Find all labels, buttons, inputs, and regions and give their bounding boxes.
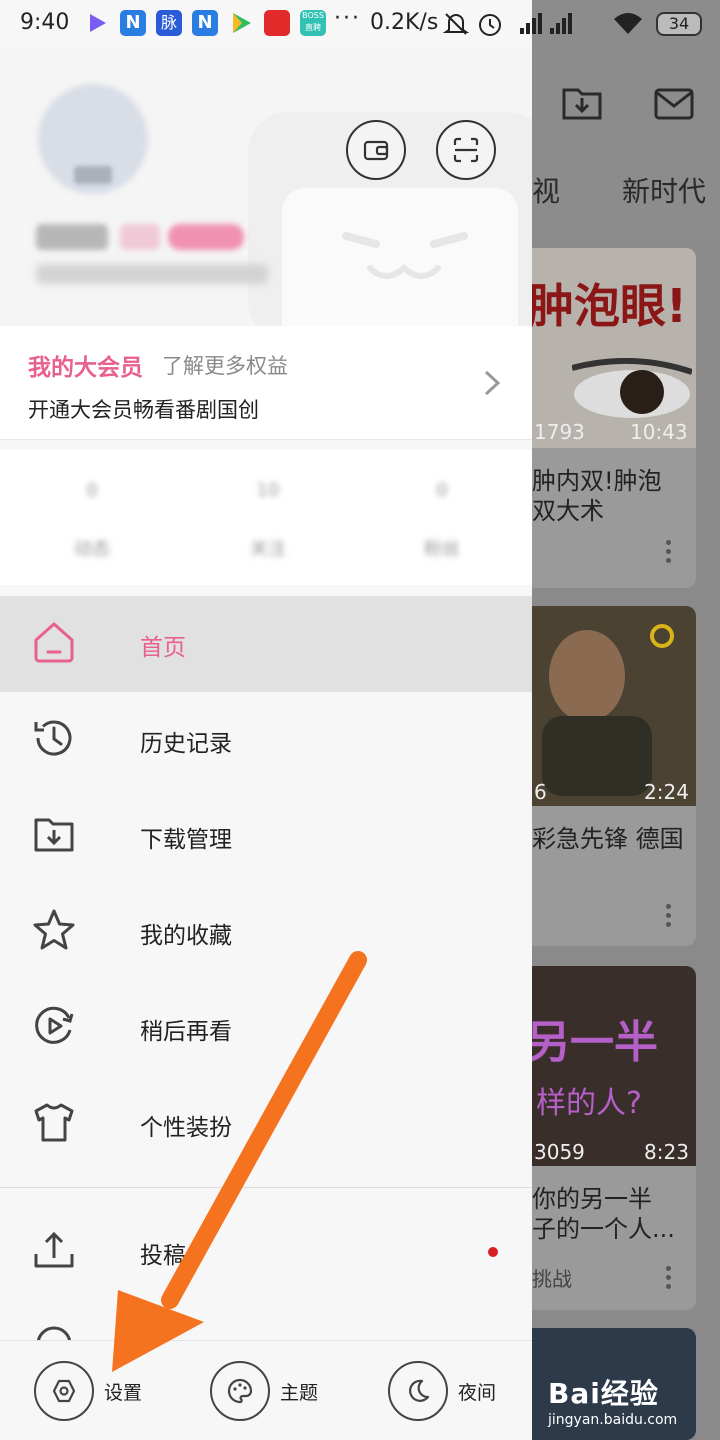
n-app-icon: N: [192, 10, 218, 36]
network-speed: 0.2K/s: [370, 10, 439, 35]
baidu-watermark: Bai经验 jingyan.baidu.com: [548, 1372, 677, 1428]
vip-badge-blurred: [168, 224, 244, 250]
level-badge-blurred: [120, 224, 160, 250]
video-thumbnail: 肿泡眼! 1793 10:43: [532, 248, 696, 448]
tv-logo-face: [342, 232, 468, 279]
soldier-image: [542, 624, 674, 796]
menu-label: 我的收藏: [140, 923, 232, 949]
navigation-drawer: 我的大会员 了解更多权益 开通大会员畅看番剧国创 0 动态 10 关注 0 粉丝 首页…: [0, 0, 532, 1440]
menu-label: 下载管理: [140, 827, 232, 853]
vip-title: 我的大会员: [28, 355, 143, 381]
menu-item-history[interactable]: 历史记录: [0, 692, 532, 788]
menu-item-upload[interactable]: 投稿: [0, 1204, 532, 1300]
chevron-right-icon: [484, 370, 501, 396]
palette-icon: [227, 1378, 253, 1404]
menu-label: 历史记录: [140, 731, 232, 757]
download-icon[interactable]: [558, 78, 606, 126]
username-blurred: [36, 224, 108, 250]
wifi-icon: [614, 13, 642, 34]
more-icon[interactable]: [666, 540, 672, 567]
video-title: 彩急先锋 德国: [532, 825, 684, 853]
theme-label: 主题: [280, 1381, 319, 1404]
drawer-bottom-bar: 设置 主题 夜间: [0, 1340, 532, 1440]
night-mode-button[interactable]: 夜间: [388, 1361, 496, 1421]
menu-label: 首页: [140, 635, 186, 661]
wallet-button[interactable]: [346, 120, 406, 180]
watermark-brand: Bai经验: [548, 1377, 659, 1410]
eye-image: [572, 358, 692, 418]
video-thumbnail: 另一半 样的人? 3059 8:23: [532, 966, 696, 1166]
vip-subtitle: 了解更多权益: [162, 354, 288, 378]
user-stats: 0 动态 10 关注 0 粉丝: [0, 450, 532, 585]
watch-later-icon: [35, 1006, 74, 1044]
video-app-icon: [90, 14, 106, 32]
menu-item-downloads[interactable]: 下载管理: [0, 788, 532, 884]
message-icon[interactable]: [650, 80, 698, 128]
notification-icons: N 脉 N BOSS 直聘: [84, 10, 326, 36]
stat-dynamic[interactable]: 0 动态: [52, 480, 132, 561]
video-title: 肿内双!肿泡 双大术: [532, 467, 662, 525]
menu-item-watch-later[interactable]: 稍后再看: [0, 980, 532, 1076]
menu-label: 投稿: [140, 1243, 186, 1269]
settings-button[interactable]: 设置: [34, 1361, 142, 1421]
vip-description: 开通大会员畅看番剧国创: [28, 398, 259, 422]
home-icon: [34, 622, 74, 663]
stat-following[interactable]: 10 关注: [228, 480, 308, 561]
scan-icon: [453, 137, 479, 163]
maimai-app-icon: 脉: [156, 10, 182, 36]
boss-app-icon: BOSS 直聘: [300, 10, 326, 36]
menu-label: 稍后再看: [140, 1019, 232, 1045]
video-card[interactable]: 6 2:24 彩急先锋 德国: [532, 606, 696, 946]
more-icon[interactable]: [666, 1266, 672, 1293]
video-card[interactable]: 另一半 样的人? 3059 8:23 你的另一半 子的一个人... 挑战: [532, 966, 696, 1310]
notification-dot: [488, 1247, 498, 1257]
menu-item-favorites[interactable]: 我的收藏: [0, 884, 532, 980]
play-store-icon: [233, 13, 251, 33]
status-time: 9:40: [20, 10, 70, 35]
video-card[interactable]: 肿泡眼! 1793 10:43 肿内双!肿泡 双大术: [532, 248, 696, 588]
theme-button[interactable]: 主题: [210, 1361, 318, 1421]
history-icon: [34, 720, 72, 756]
menu-item-home[interactable]: 首页: [0, 596, 532, 692]
watermark-url: jingyan.baidu.com: [548, 1412, 678, 1428]
feed-tab[interactable]: 新时代: [622, 170, 706, 210]
battery-indicator: 34: [656, 12, 702, 36]
video-thumbnail: 6 2:24: [532, 606, 696, 806]
profile-header: [0, 48, 532, 356]
more-notifications-icon: ···: [334, 6, 361, 31]
status-bar: 9:40 N 脉 N BOSS 直聘 ··· 0.2K/s 34: [0, 0, 720, 48]
settings-label: 设置: [104, 1381, 143, 1404]
divider: [0, 1187, 532, 1188]
wallet-icon: [363, 140, 389, 161]
avatar-badge: [74, 166, 112, 184]
signal-icon: [520, 13, 572, 34]
download-folder-icon: [34, 818, 74, 852]
star-icon: [33, 909, 75, 950]
vip-banner[interactable]: 我的大会员 了解更多权益 开通大会员畅看番剧国创: [0, 326, 532, 440]
night-label: 夜间: [458, 1381, 497, 1404]
menu-item-theme-dressup[interactable]: 个性装扮: [0, 1076, 532, 1172]
n-app-icon: N: [120, 10, 146, 36]
alarm-icon: [479, 14, 501, 36]
moon-icon: [409, 1379, 430, 1402]
menu-label: 个性装扮: [140, 1115, 232, 1141]
coins-blurred: [36, 264, 268, 284]
video-title: 你的另一半 子的一个人...: [532, 1185, 675, 1243]
upload-icon: [34, 1231, 74, 1268]
settings-icon: [52, 1379, 76, 1403]
more-icon[interactable]: [666, 904, 672, 931]
feed-tab[interactable]: 视: [532, 170, 560, 210]
stat-followers[interactable]: 0 粉丝: [402, 480, 482, 561]
tshirt-icon: [34, 1103, 74, 1142]
mute-icon: [442, 13, 470, 35]
scan-button[interactable]: [436, 120, 496, 180]
red-app-icon: [264, 10, 290, 36]
